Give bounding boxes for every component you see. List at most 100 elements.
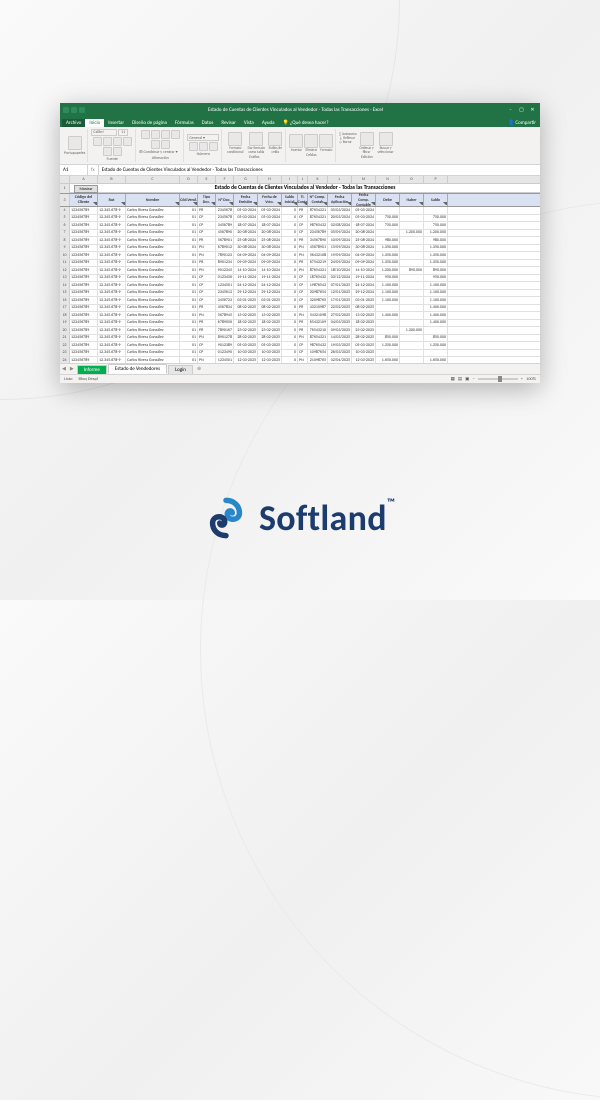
cell[interactable]: 1.100.000 [376, 297, 400, 304]
cell[interactable]: 02/04/2025 [328, 357, 352, 363]
sortfilter-icon[interactable] [360, 132, 374, 146]
fontsize-combo[interactable]: 11 [118, 129, 128, 136]
cell[interactable] [376, 327, 400, 334]
cell[interactable]: Carlos Rivera González [126, 320, 180, 327]
col-saldo[interactable]: Saldo [424, 194, 448, 206]
cell[interactable]: 18-07-2024 [352, 222, 376, 229]
new-sheet-icon[interactable]: ⊕ [193, 366, 205, 372]
row-header[interactable]: 19 [60, 320, 70, 327]
col-fecha-emision[interactable]: Fecha Emisión [234, 194, 258, 206]
cell[interactable]: 7890167 [216, 327, 234, 334]
cell[interactable]: 30-08-2024 [258, 245, 282, 252]
cell[interactable] [400, 207, 424, 214]
cell[interactable]: 123456789 [70, 252, 98, 259]
cell[interactable]: 02/08/2024 [328, 222, 352, 229]
cell[interactable]: 27/02/2025 [328, 312, 352, 319]
tab-help[interactable]: Ayuda [258, 119, 279, 127]
condfmt-icon[interactable] [228, 132, 242, 146]
cell[interactable]: PN [198, 245, 216, 252]
cell[interactable]: 1.650.000 [376, 357, 400, 363]
table-row[interactable]: 812345678912.345.678-9Carlos Rivera Gonz… [60, 237, 540, 245]
col-saldo-inicial[interactable]: Saldo Inicial [282, 194, 298, 206]
zoom-in-icon[interactable]: + [521, 377, 523, 382]
cell[interactable]: 1.100.000 [424, 282, 448, 289]
cell[interactable]: 12.345.678-9 [98, 215, 126, 222]
cell[interactable]: PN [298, 312, 308, 319]
cell[interactable]: 12.345.678-9 [98, 357, 126, 363]
col-cod-vend[interactable]: Cód.Vend. [180, 194, 198, 206]
cell[interactable]: 12-03-2025 [234, 357, 258, 363]
row-header[interactable]: 6 [60, 222, 70, 229]
cell[interactable]: 0 [282, 305, 298, 312]
table-row[interactable]: 1312345678912.345.678-9Carlos Rivera Gon… [60, 275, 540, 283]
cell[interactable]: CP [298, 215, 308, 222]
column-header[interactable]: O [400, 176, 424, 183]
cell[interactable]: Carlos Rivera González [126, 222, 180, 229]
row-header[interactable]: 20 [60, 327, 70, 334]
cell[interactable]: CP [298, 350, 308, 357]
cell[interactable]: 1.350.000 [424, 260, 448, 267]
cell[interactable]: 12.345.678-9 [98, 207, 126, 214]
cell[interactable]: 65432109 [308, 320, 328, 327]
col-rut[interactable]: Rut [98, 194, 126, 206]
cell[interactable]: CP [198, 275, 216, 282]
row-header[interactable]: 21 [60, 335, 70, 342]
cell[interactable]: 01 [180, 305, 198, 312]
cell[interactable]: 87654321 [308, 207, 328, 214]
table-row[interactable]: 412345678912.345.678-9Carlos Rivera Gonz… [60, 207, 540, 215]
align-right-icon[interactable] [161, 140, 170, 149]
cell[interactable]: 14/03/2025 [328, 335, 352, 342]
cell[interactable]: 01 [180, 267, 198, 274]
cell[interactable]: 12.345.678-9 [98, 275, 126, 282]
table-row[interactable]: 2312345678912.345.678-9Carlos Rivera Gon… [60, 350, 540, 358]
cell[interactable]: CP [298, 230, 308, 237]
cell[interactable]: 1.250.000 [376, 342, 400, 349]
cell[interactable]: 12.345.678-9 [98, 222, 126, 229]
cell[interactable]: 19/09/2024 [328, 252, 352, 259]
cell[interactable]: 0 [282, 245, 298, 252]
cell[interactable]: Carlos Rivera González [126, 297, 180, 304]
cell[interactable]: PN [298, 245, 308, 252]
cell[interactable]: 3456789 [216, 222, 234, 229]
cell[interactable]: CP [198, 230, 216, 237]
cell[interactable]: 0 [282, 327, 298, 334]
cell[interactable]: CP [298, 297, 308, 304]
cell[interactable]: 05-03-2024 [234, 207, 258, 214]
cell[interactable]: 0 [282, 237, 298, 244]
cell[interactable]: 123456789 [70, 350, 98, 357]
tab-tellme[interactable]: 💡 ¿Qué desea hacer? [279, 119, 333, 127]
cell[interactable]: PN [198, 252, 216, 259]
cell[interactable]: 45678901 [308, 245, 328, 252]
close-icon[interactable]: ✕ [528, 106, 537, 113]
table-row[interactable]: 2412345678912.345.678-9Carlos Rivera Gon… [60, 357, 540, 363]
cell[interactable]: 17/01/2025 [328, 297, 352, 304]
cell[interactable]: Carlos Rivera González [126, 350, 180, 357]
cell[interactable]: 01 [180, 335, 198, 342]
cell[interactable]: 98765432 [308, 342, 328, 349]
cell[interactable] [400, 312, 424, 319]
cell[interactable]: Carlos Rivera González [126, 290, 180, 297]
table-row[interactable]: 1212345678912.345.678-9Carlos Rivera Gon… [60, 267, 540, 275]
cell[interactable]: Carlos Rivera González [126, 275, 180, 282]
sheet-tab-vendedores[interactable]: Estado de Vendedores [108, 364, 167, 374]
fillcolor-icon[interactable] [103, 147, 112, 156]
align-center-icon[interactable] [151, 140, 160, 149]
cell[interactable]: Carlos Rivera González [126, 260, 180, 267]
cell[interactable]: 05-03-2024 [258, 215, 282, 222]
fx-icon[interactable]: fx [88, 165, 99, 175]
cell[interactable]: 0123490 [216, 350, 234, 357]
cell[interactable]: Carlos Rivera González [126, 342, 180, 349]
cell[interactable]: Carlos Rivera González [126, 267, 180, 274]
fontcolor-icon[interactable] [113, 147, 122, 156]
cell[interactable]: 05-03-2025 [258, 342, 282, 349]
cell[interactable]: 0 [282, 230, 298, 237]
tab-formulas[interactable]: Fórmulas [171, 119, 198, 127]
cell[interactable]: 5678945 [216, 312, 234, 319]
cell[interactable]: 56432108 [308, 252, 328, 259]
cell[interactable]: 0 [282, 342, 298, 349]
clear[interactable]: ◇ Borrar [339, 140, 356, 144]
cell[interactable]: 123456789 [70, 282, 98, 289]
cell[interactable]: 18-07-2024 [258, 222, 282, 229]
column-header[interactable]: A [70, 176, 98, 183]
cell[interactable]: 01 [180, 342, 198, 349]
